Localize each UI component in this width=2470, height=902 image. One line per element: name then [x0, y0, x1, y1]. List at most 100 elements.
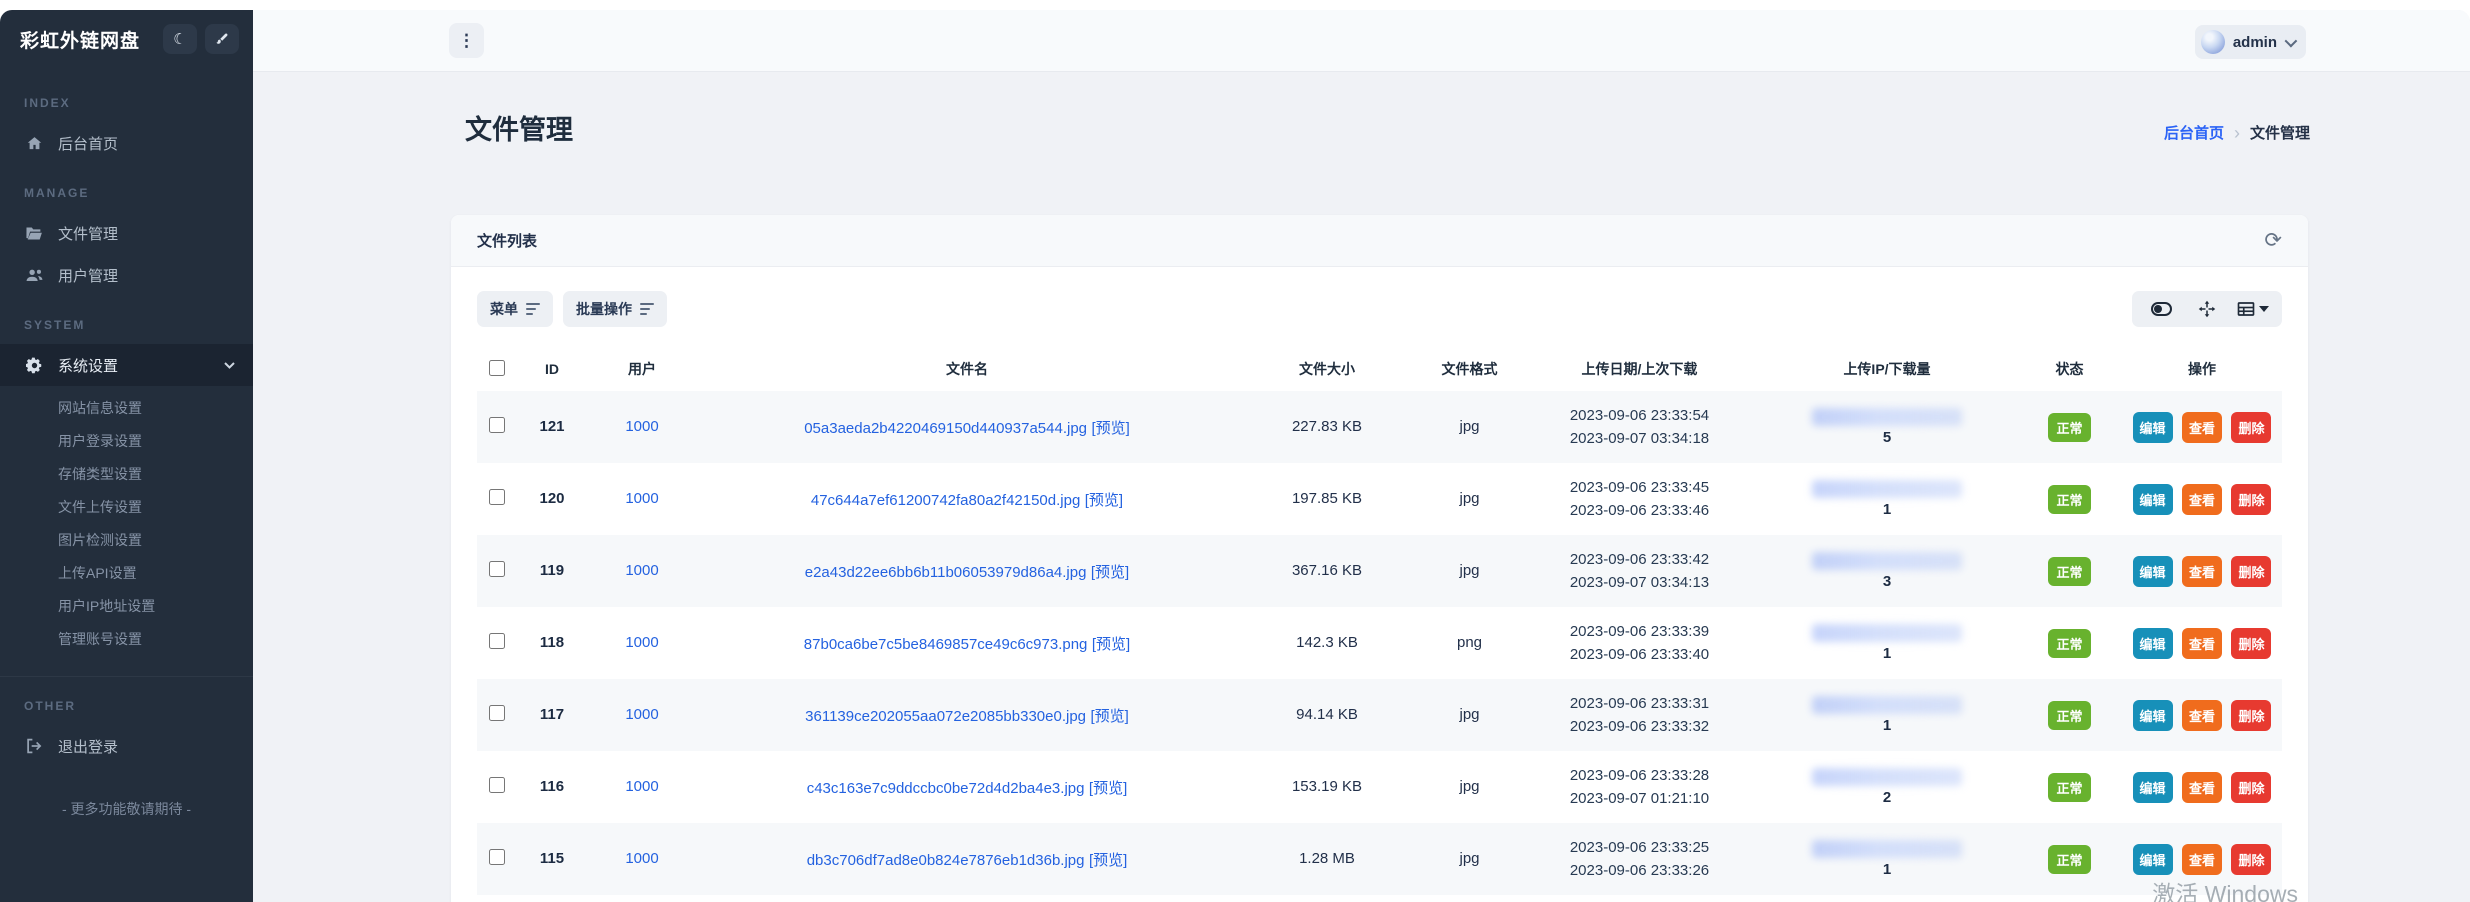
- row-checkbox[interactable]: [489, 633, 505, 649]
- sidebar-subitem-user-login[interactable]: 用户登录设置: [0, 425, 253, 458]
- table-view-controls: [2132, 291, 2282, 327]
- edit-button[interactable]: 编辑: [2133, 628, 2173, 659]
- edit-button[interactable]: 编辑: [2133, 772, 2173, 803]
- row-checkbox[interactable]: [489, 417, 505, 433]
- file-id: 117: [540, 706, 564, 723]
- caret-down-icon: [2259, 306, 2269, 312]
- row-checkbox[interactable]: [489, 561, 505, 577]
- filename-link[interactable]: 361139ce202055aa072e2085bb330e0.jpg: [805, 708, 1086, 725]
- user-link[interactable]: 1000: [625, 418, 658, 435]
- avatar: [2201, 30, 2225, 54]
- view-button[interactable]: 查看: [2182, 484, 2222, 515]
- status-badge: 正常: [2048, 485, 2090, 514]
- sidebar-item-files[interactable]: 文件管理: [0, 212, 253, 254]
- user-link[interactable]: 1000: [625, 634, 658, 651]
- header-size: 文件大小: [1237, 347, 1417, 391]
- sidebar-subitem-site-info[interactable]: 网站信息设置: [0, 392, 253, 425]
- preview-link[interactable]: [预览]: [1091, 420, 1129, 437]
- kebab-menu-icon: ⋮: [458, 31, 475, 50]
- sidebar-item-settings[interactable]: 系统设置: [0, 344, 253, 386]
- edit-button[interactable]: 编辑: [2133, 700, 2173, 731]
- last-download-date: 2023-09-07 01:21:10: [1522, 787, 1757, 810]
- breadcrumb-home-link[interactable]: 后台首页: [2164, 122, 2224, 143]
- row-checkbox[interactable]: [489, 489, 505, 505]
- edit-button[interactable]: 编辑: [2133, 844, 2173, 875]
- upload-date: 2023-09-06 23:33:25: [1522, 836, 1757, 859]
- file-list-card: 文件列表 ⟳ 菜单 批量操作: [451, 215, 2308, 902]
- upload-date: 2023-09-06 23:33:45: [1522, 476, 1757, 499]
- refresh-button[interactable]: ⟳: [2264, 230, 2282, 251]
- sidebar-item-label: 用户管理: [58, 265, 118, 286]
- preview-link[interactable]: [预览]: [1090, 708, 1128, 725]
- user-menu-button[interactable]: admin: [2195, 25, 2306, 59]
- row-checkbox[interactable]: [489, 849, 505, 865]
- download-count: 1: [1757, 501, 2017, 518]
- filename-link[interactable]: 47c644a7ef61200742fa80a2f42150d.jpg: [811, 492, 1080, 509]
- filename-link[interactable]: db3c706df7ad8e0b824e7876eb1d36b.jpg: [807, 852, 1085, 869]
- view-button[interactable]: 查看: [2182, 628, 2222, 659]
- menu-button[interactable]: 菜单: [477, 291, 553, 327]
- view-button[interactable]: 查看: [2182, 556, 2222, 587]
- edit-button[interactable]: 编辑: [2133, 484, 2173, 515]
- status-badge: 正常: [2048, 557, 2090, 586]
- menu-button-label: 菜单: [490, 299, 518, 319]
- select-all-checkbox[interactable]: [489, 360, 505, 376]
- user-link[interactable]: 1000: [625, 778, 658, 795]
- sidebar-header: 彩虹外链网盘 ☾: [0, 10, 253, 68]
- toggle-columns-button[interactable]: [2138, 291, 2184, 327]
- delete-button[interactable]: 删除: [2231, 844, 2271, 875]
- edit-button[interactable]: 编辑: [2133, 412, 2173, 443]
- preview-link[interactable]: [预览]: [1092, 636, 1130, 653]
- sidebar-subitem-file-upload[interactable]: 文件上传设置: [0, 491, 253, 524]
- filename-link[interactable]: c43c163e7c9ddccbc0be72d4d2ba4e3.jpg: [807, 780, 1085, 797]
- preview-link[interactable]: [预览]: [1091, 564, 1129, 581]
- view-button[interactable]: 查看: [2182, 412, 2222, 443]
- table-row: 117 1000 361139ce202055aa072e2085bb330e0…: [477, 679, 2282, 751]
- batch-actions-button[interactable]: 批量操作: [563, 291, 667, 327]
- view-button[interactable]: 查看: [2182, 700, 2222, 731]
- sidebar-subitem-admin-account[interactable]: 管理账号设置: [0, 623, 253, 656]
- row-checkbox[interactable]: [489, 777, 505, 793]
- user-link[interactable]: 1000: [625, 562, 658, 579]
- sidebar-subitem-image-check[interactable]: 图片检测设置: [0, 524, 253, 557]
- preview-link[interactable]: [预览]: [1089, 780, 1127, 797]
- table-layout-button[interactable]: [2230, 291, 2276, 327]
- edit-button[interactable]: 编辑: [2133, 556, 2173, 587]
- file-id: 118: [540, 634, 564, 651]
- delete-button[interactable]: 删除: [2231, 628, 2271, 659]
- status-badge: 正常: [2048, 773, 2090, 802]
- ip-blurred: [1812, 408, 1962, 426]
- card-header: 文件列表 ⟳: [451, 215, 2308, 267]
- view-button[interactable]: 查看: [2182, 844, 2222, 875]
- dark-mode-button[interactable]: ☾: [163, 24, 197, 54]
- delete-button[interactable]: 删除: [2231, 412, 2271, 443]
- user-link[interactable]: 1000: [625, 706, 658, 723]
- sidebar-subitem-storage-type[interactable]: 存储类型设置: [0, 458, 253, 491]
- page-title: 文件管理: [465, 108, 573, 147]
- filename-link[interactable]: 05a3aeda2b4220469150d440937a544.jpg: [804, 420, 1087, 437]
- theme-brush-button[interactable]: [205, 24, 239, 54]
- delete-button[interactable]: 删除: [2231, 772, 2271, 803]
- filename-link[interactable]: e2a43d22ee6bb6b11b06053979d86a4.jpg: [805, 564, 1087, 581]
- card-title: 文件列表: [477, 230, 2264, 251]
- preview-link[interactable]: [预览]: [1085, 492, 1123, 509]
- move-button[interactable]: [2184, 291, 2230, 327]
- file-id: 120: [539, 490, 564, 507]
- delete-button[interactable]: 删除: [2231, 484, 2271, 515]
- more-options-button[interactable]: ⋮: [449, 23, 484, 58]
- delete-button[interactable]: 删除: [2231, 556, 2271, 587]
- filename-link[interactable]: 87b0ca6be7c5be8469857ce49c6c973.png: [804, 636, 1088, 653]
- delete-button[interactable]: 删除: [2231, 700, 2271, 731]
- row-checkbox[interactable]: [489, 705, 505, 721]
- view-button[interactable]: 查看: [2182, 772, 2222, 803]
- menu-lines-icon: [526, 303, 540, 315]
- user-link[interactable]: 1000: [625, 850, 658, 867]
- file-format: jpg: [1459, 778, 1479, 795]
- user-link[interactable]: 1000: [625, 490, 658, 507]
- sidebar-subitem-user-ip[interactable]: 用户IP地址设置: [0, 590, 253, 623]
- sidebar-item-logout[interactable]: 退出登录: [0, 725, 253, 767]
- sidebar-subitem-upload-api[interactable]: 上传API设置: [0, 557, 253, 590]
- preview-link[interactable]: [预览]: [1089, 852, 1127, 869]
- sidebar-item-home[interactable]: 后台首页: [0, 122, 253, 164]
- sidebar-item-users[interactable]: 用户管理: [0, 254, 253, 296]
